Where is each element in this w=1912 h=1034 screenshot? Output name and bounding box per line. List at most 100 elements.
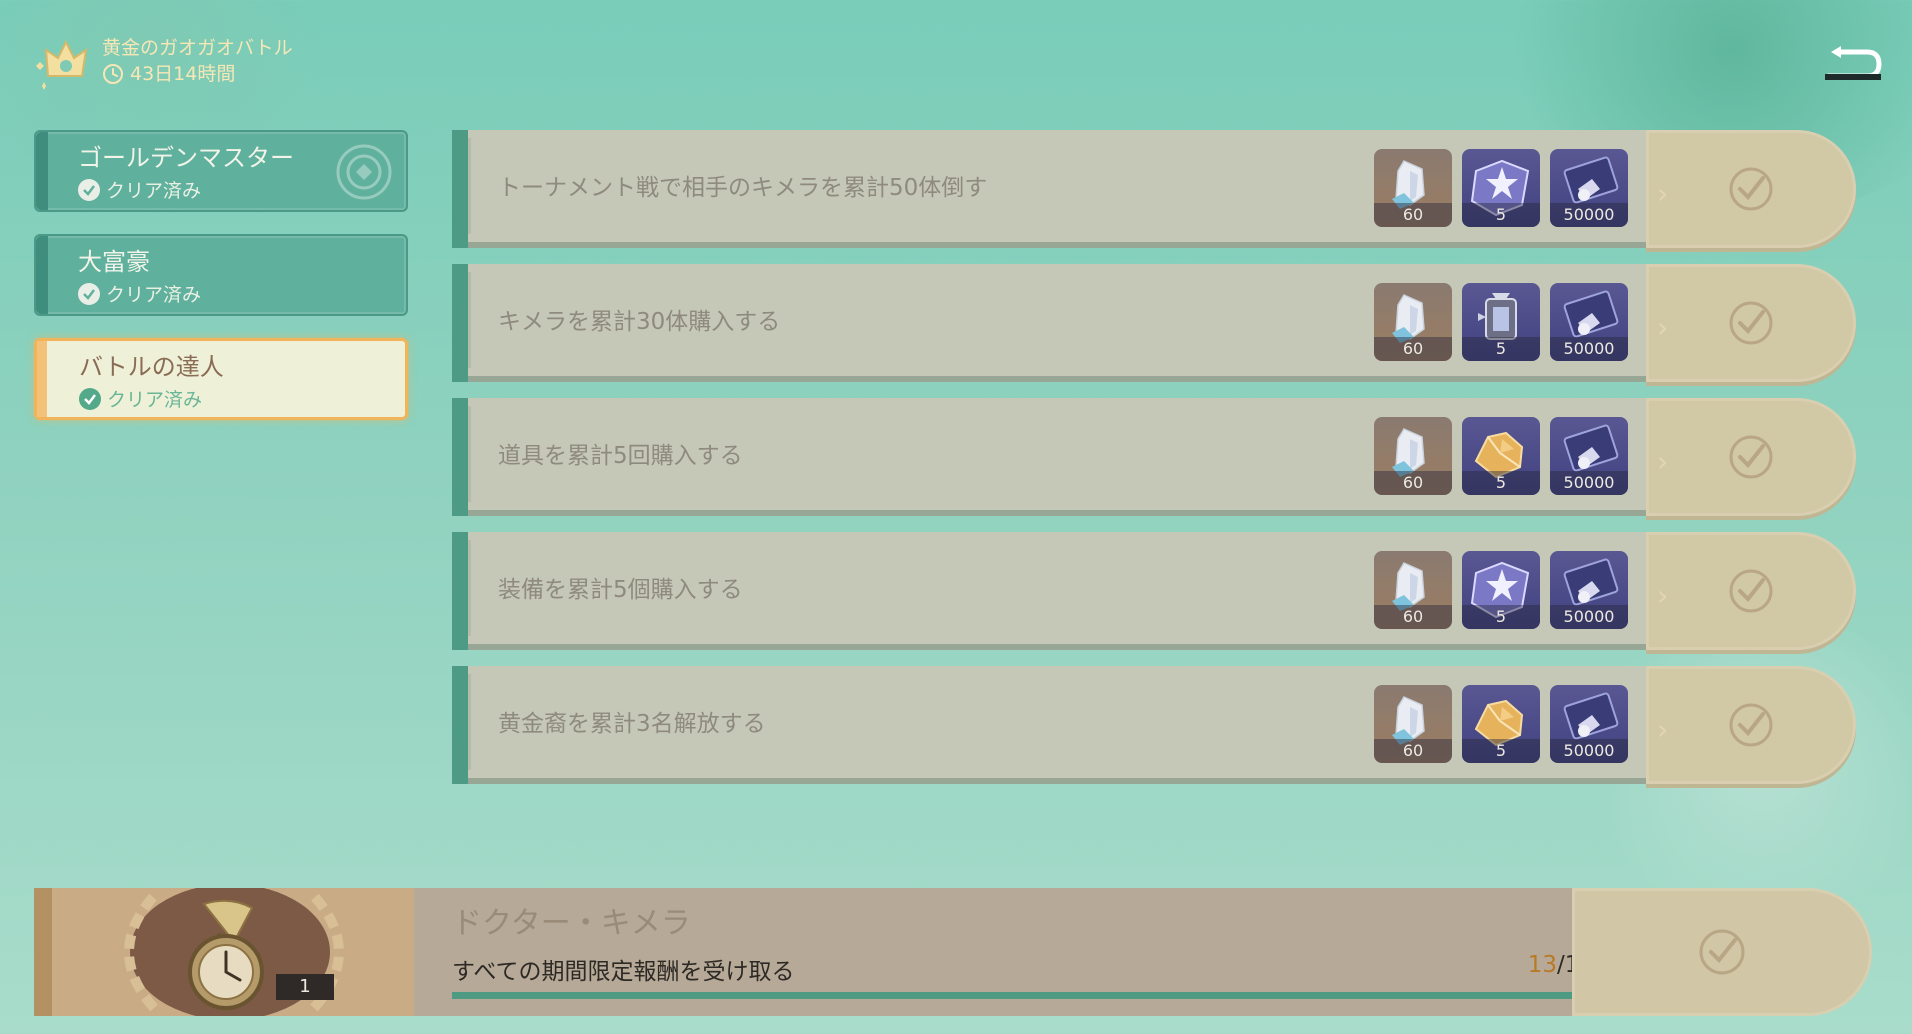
reward-count: 60 <box>1374 203 1452 227</box>
reward-count: 60 <box>1374 337 1452 361</box>
checkmark-circle-icon <box>1729 301 1773 345</box>
final-reward-info: ドクター・キメラ すべての期間限定報酬を受け取る 13/13 <box>414 888 1614 1016</box>
reward-count: 5 <box>1462 203 1540 227</box>
status-text: クリア済み <box>107 389 203 411</box>
sidebar-item-tycoon[interactable]: 大富豪 クリア済み <box>34 234 408 316</box>
final-reward-bar: 1 ドクター・キメラ すべての期間限定報酬を受け取る 13/13 <box>34 888 1872 1016</box>
quest-body: 黄金裔を累計3名解放する 60 5 50000 <box>452 666 1654 784</box>
timer-text: 43日14時間 <box>130 63 236 85</box>
quest-row: キメラを累計30体購入する 60 5 50000 › <box>452 264 1856 382</box>
claim-button[interactable]: › <box>1646 130 1856 248</box>
chevron-right-icon: › <box>1657 311 1669 344</box>
event-header: 黄金のガオガオバトル 43日14時間 <box>36 32 293 92</box>
status-text: クリア済み <box>106 180 202 202</box>
reward-item[interactable]: 50000 <box>1550 149 1628 227</box>
reward-item[interactable]: 60 <box>1374 417 1452 495</box>
progress-current: 13 <box>1527 952 1557 978</box>
emblem-icon <box>336 144 392 200</box>
reward-item[interactable]: 50000 <box>1550 551 1628 629</box>
reward-list: 60 5 50000 <box>1374 149 1628 227</box>
quest-list: トーナメント戦で相手のキメラを累計50体倒す 60 5 50000 › キメラを… <box>452 130 1856 800</box>
reward-count: 50000 <box>1550 203 1628 227</box>
progress-bar <box>452 992 1594 999</box>
final-reward-description: すべての期間限定報酬を受け取る <box>452 959 795 985</box>
reward-item[interactable]: 50000 <box>1550 417 1628 495</box>
reward-count: 60 <box>1374 471 1452 495</box>
reward-list: 60 5 50000 <box>1374 283 1628 361</box>
quest-body: 道具を累計5回購入する 60 5 50000 <box>452 398 1654 516</box>
quest-row: トーナメント戦で相手のキメラを累計50体倒す 60 5 50000 › <box>452 130 1856 248</box>
reward-item[interactable]: 50000 <box>1550 685 1628 763</box>
checkmark-circle-icon <box>1729 569 1773 613</box>
quest-body: 装備を累計5個購入する 60 5 50000 <box>452 532 1654 650</box>
check-icon <box>79 387 101 410</box>
quest-description: 装備を累計5個購入する <box>498 577 743 603</box>
quest-description: キメラを累計30体購入する <box>498 309 781 335</box>
chevron-right-icon: › <box>1657 579 1669 612</box>
reward-item[interactable]: 5 <box>1462 149 1540 227</box>
quest-description: トーナメント戦で相手のキメラを累計50体倒す <box>498 175 988 201</box>
reward-item[interactable]: 5 <box>1462 551 1540 629</box>
claim-button[interactable]: › <box>1646 398 1856 516</box>
reward-count: 5 <box>1462 471 1540 495</box>
reward-list: 60 5 50000 <box>1374 685 1628 763</box>
sidebar-item-title: 大富豪 <box>78 248 150 276</box>
claim-button[interactable]: › <box>1646 532 1856 650</box>
status-text: クリア済み <box>106 284 202 306</box>
quest-description: 道具を累計5回購入する <box>498 443 743 469</box>
chimera-logo-icon <box>36 39 88 90</box>
reward-count: 50000 <box>1550 337 1628 361</box>
reward-item[interactable]: 60 <box>1374 685 1452 763</box>
reward-item[interactable]: 5 <box>1462 417 1540 495</box>
back-button[interactable] <box>1824 42 1884 88</box>
claim-button[interactable]: › <box>1646 264 1856 382</box>
reward-count: 60 <box>1374 605 1452 629</box>
quest-description: 黄金裔を累計3名解放する <box>498 711 766 737</box>
checkmark-circle-icon <box>1729 435 1773 479</box>
check-icon <box>78 178 100 201</box>
reward-item[interactable]: 60 <box>1374 149 1452 227</box>
sidebar-item-battle-master[interactable]: バトルの達人 クリア済み <box>34 338 408 420</box>
quest-row: 道具を累計5回購入する 60 5 50000 › <box>452 398 1856 516</box>
quest-body: トーナメント戦で相手のキメラを累計50体倒す 60 5 50000 <box>452 130 1654 248</box>
final-reward-item[interactable]: 1 <box>34 888 414 1016</box>
return-icon <box>1825 46 1882 80</box>
reward-item[interactable]: 5 <box>1462 685 1540 763</box>
final-reward-title: ドクター・キメラ <box>452 906 691 941</box>
chevron-right-icon: › <box>1657 177 1669 210</box>
category-sidebar: ゴールデンマスター クリア済み 大富豪 クリア済み バトルの達人 クリア済み <box>34 130 408 442</box>
sidebar-item-status: クリア済み <box>79 385 405 412</box>
reward-count: 5 <box>1462 739 1540 763</box>
reward-count: 50000 <box>1550 739 1628 763</box>
checkmark-circle-icon <box>1729 167 1773 211</box>
reward-item[interactable]: 5 <box>1462 283 1540 361</box>
sidebar-item-golden-master[interactable]: ゴールデンマスター クリア済み <box>34 130 408 212</box>
sidebar-item-status: クリア済み <box>78 280 406 307</box>
event-timer: 43日14時間 <box>102 62 293 86</box>
progress-bar-fill <box>452 992 1594 999</box>
checkmark-circle-icon <box>1699 929 1745 975</box>
quest-row: 黄金裔を累計3名解放する 60 5 50000 › <box>452 666 1856 784</box>
item-count-badge: 1 <box>276 974 334 1000</box>
clock-icon <box>103 64 123 84</box>
reward-count: 60 <box>1374 739 1452 763</box>
quest-body: キメラを累計30体購入する 60 5 50000 <box>452 264 1654 382</box>
reward-item[interactable]: 60 <box>1374 283 1452 361</box>
reward-item[interactable]: 60 <box>1374 551 1452 629</box>
reward-count: 50000 <box>1550 471 1628 495</box>
reward-count: 5 <box>1462 337 1540 361</box>
checkmark-circle-icon <box>1729 703 1773 747</box>
reward-item[interactable]: 50000 <box>1550 283 1628 361</box>
reward-list: 60 5 50000 <box>1374 417 1628 495</box>
sidebar-item-title: バトルの達人 <box>79 353 224 381</box>
chevron-right-icon: › <box>1657 713 1669 746</box>
chevron-right-icon: › <box>1657 445 1669 478</box>
reward-count: 50000 <box>1550 605 1628 629</box>
check-icon <box>78 282 100 305</box>
final-claim-button[interactable] <box>1572 888 1872 1016</box>
reward-count: 5 <box>1462 605 1540 629</box>
claim-button[interactable]: › <box>1646 666 1856 784</box>
quest-row: 装備を累計5個購入する 60 5 50000 › <box>452 532 1856 650</box>
reward-list: 60 5 50000 <box>1374 551 1628 629</box>
event-title: 黄金のガオガオバトル <box>102 37 293 59</box>
